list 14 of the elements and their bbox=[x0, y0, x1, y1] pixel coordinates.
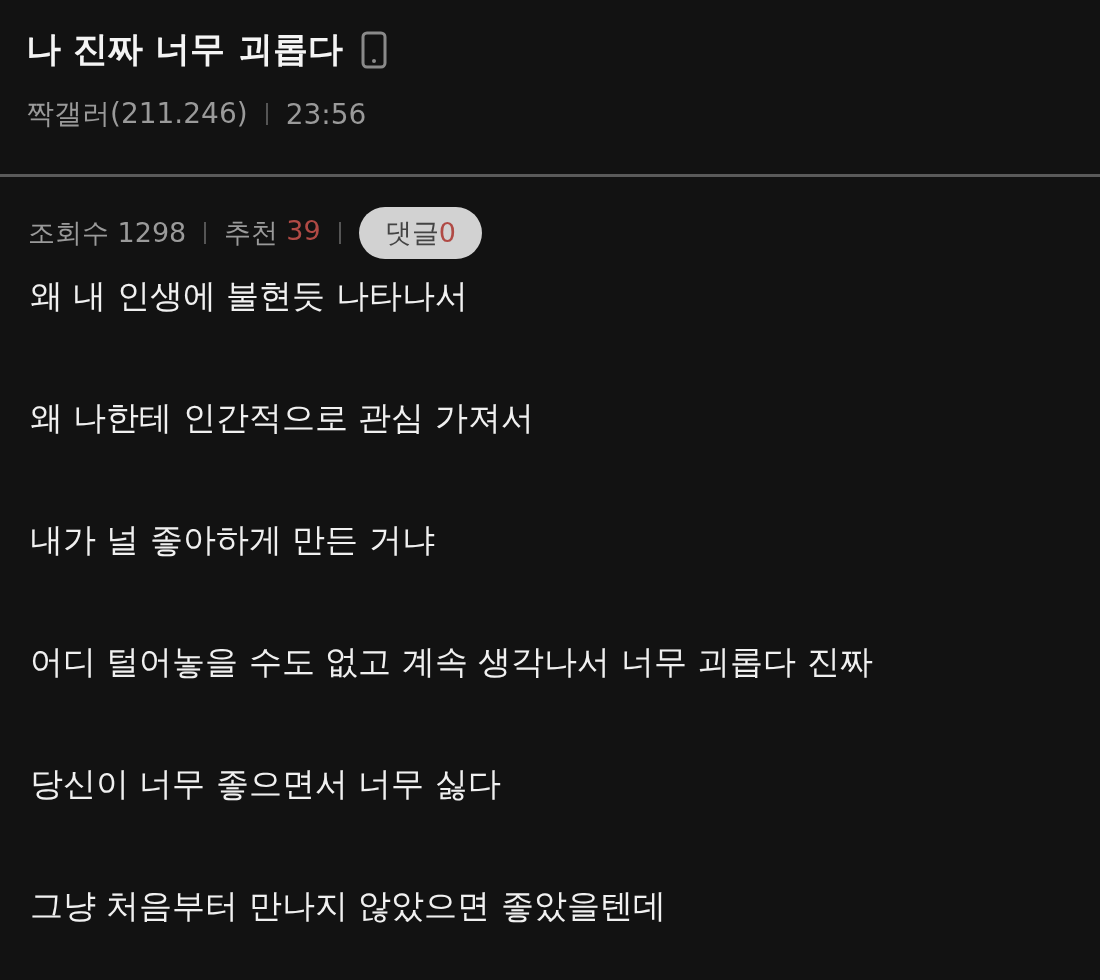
body-text: 당신이 너무 좋으면서 너무 싫다 bbox=[30, 763, 502, 805]
body-text: 어디 털어놓을 수도 없고 계속 생각나서 너무 괴롭다 진짜 bbox=[30, 641, 874, 683]
author-name: 짝갤러(211.246) bbox=[26, 96, 248, 132]
body-text: 내가 널 좋아하게 만든 거냐 bbox=[30, 519, 436, 561]
comment-count-button[interactable]: 댓글0 bbox=[358, 207, 482, 259]
body-text: 왜 나한테 인간적으로 관심 가져서 bbox=[30, 397, 535, 439]
recommend-count: 39 bbox=[286, 215, 321, 248]
recommend-label: 추천 bbox=[224, 216, 279, 250]
mobile-phone-icon bbox=[360, 30, 387, 69]
body-text: 왜 내 인생에 불현듯 나타나서 bbox=[30, 275, 469, 317]
post-title: 나 진짜 너무 괴롭다 bbox=[26, 28, 343, 71]
post-time: 23:56 bbox=[285, 97, 367, 131]
body-text: 그냥 처음부터 만나지 않았으면 좋았을텐데 bbox=[30, 885, 667, 927]
view-count: 조회수 1298 bbox=[28, 216, 187, 250]
